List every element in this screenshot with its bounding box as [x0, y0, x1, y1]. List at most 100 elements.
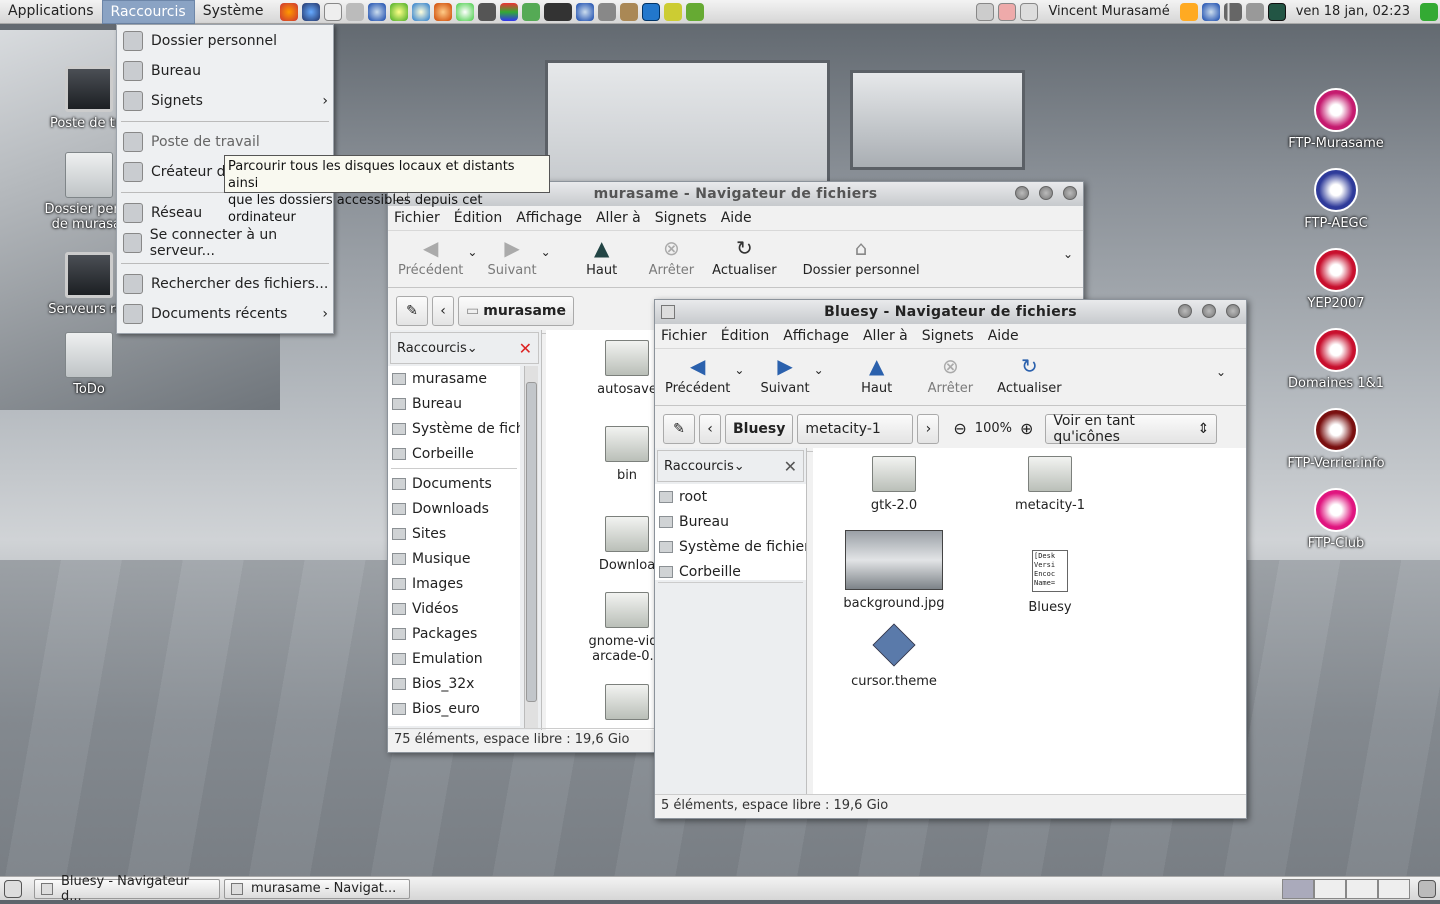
sidebar-item[interactable]: Bios_32x: [388, 671, 520, 696]
menu-aller-a[interactable]: Aller à: [596, 210, 641, 226]
file-item[interactable]: [Desk Versi Encoc Name= Bluesy: [995, 550, 1105, 615]
wolf-launcher-icon[interactable]: [619, 2, 638, 21]
forward-history-dropdown[interactable]: ⌄: [814, 363, 824, 377]
menu-item[interactable]: Se connecter à un serveur...: [117, 227, 333, 259]
zoom-in-icon[interactable]: ⊕: [1020, 419, 1033, 438]
terminal-icon[interactable]: [1267, 2, 1286, 21]
sidebar-item[interactable]: Sites: [388, 521, 520, 546]
sidebar-scrollbar[interactable]: [524, 366, 538, 728]
network-signal-icon[interactable]: [1223, 2, 1242, 21]
sidebar-item[interactable]: Bureau: [655, 509, 806, 534]
reload-button[interactable]: ↻ Actualiser: [712, 237, 776, 278]
web-launcher-icon[interactable]: [411, 2, 430, 21]
firefox-launcher-icon[interactable]: [279, 2, 298, 21]
sidebar-item[interactable]: root: [655, 484, 806, 509]
sidebar-item[interactable]: murasame: [388, 366, 520, 391]
sidebar-header[interactable]: Raccourcis ⌄ ✕: [657, 450, 804, 482]
maximize-button[interactable]: [1202, 304, 1216, 318]
gpm-launcher-icon[interactable]: [543, 2, 572, 21]
sidebar-item[interactable]: Downloads: [388, 496, 520, 521]
drop2-launcher-icon[interactable]: [575, 2, 594, 21]
menu-item[interactable]: Signets ›: [117, 86, 333, 116]
menu-aide[interactable]: Aide: [721, 210, 752, 226]
places-menu[interactable]: Raccourcis: [101, 0, 195, 24]
drop3-icon[interactable]: [1201, 2, 1220, 21]
minimize-button[interactable]: [1178, 304, 1192, 318]
clock[interactable]: ven 18 jan, 02:23: [1296, 4, 1410, 19]
menu-item[interactable]: Rechercher des fichiers...: [117, 269, 333, 299]
workspace-4[interactable]: [1378, 878, 1410, 899]
folder-icon[interactable]: [1020, 2, 1039, 21]
close-button[interactable]: [1063, 186, 1077, 200]
forward-button[interactable]: ▶ Suivant: [760, 355, 809, 396]
sidebar-item[interactable]: Système de fichi: [388, 416, 520, 441]
menu-edition[interactable]: Édition: [721, 328, 769, 344]
path-segment-bluesy[interactable]: Bluesy: [725, 413, 794, 444]
cube-launcher-icon[interactable]: [499, 2, 518, 21]
applications-menu[interactable]: Applications: [0, 0, 102, 24]
taskbar-item-bluesy[interactable]: Bluesy - Navigateur d...: [34, 874, 220, 904]
reload-button[interactable]: ↻ Actualiser: [997, 355, 1061, 396]
desktop-icon-ftp[interactable]: FTP-Murasame: [1281, 88, 1391, 151]
sidebar-item[interactable]: Bios_jap: [388, 721, 520, 727]
workspace-3[interactable]: [1346, 878, 1378, 899]
minimize-button[interactable]: [1015, 186, 1029, 200]
back-history-dropdown[interactable]: ⌄: [734, 363, 744, 377]
monitor-launcher-icon[interactable]: [641, 2, 660, 21]
zoom-out-icon[interactable]: ⊖: [953, 419, 966, 438]
bird-launcher-icon[interactable]: [597, 2, 616, 21]
path-scroll-left-button[interactable]: ‹: [699, 413, 721, 444]
menu-item[interactable]: Poste de travail: [117, 127, 333, 157]
gimp-launcher-icon[interactable]: [345, 2, 364, 21]
logout-icon[interactable]: [1420, 2, 1438, 21]
back-button[interactable]: ◀ Précédent: [665, 355, 730, 396]
toolbar-overflow-button[interactable]: ⌄: [1063, 247, 1073, 261]
castle-launcher-icon[interactable]: [685, 2, 704, 21]
path-scroll-right-button[interactable]: ›: [917, 413, 940, 444]
desktop-icon-ftp[interactable]: FTP-AEGC: [1281, 168, 1391, 231]
system-menu[interactable]: Système: [195, 0, 272, 24]
file-item[interactable]: background.jpg: [839, 530, 949, 611]
sidebar-item[interactable]: Documents: [388, 471, 520, 496]
workspace-2[interactable]: [1314, 878, 1346, 899]
toggle-location-button[interactable]: ✎: [663, 413, 695, 444]
sidebar-item[interactable]: Emulation: [388, 646, 520, 671]
maximize-button[interactable]: [1039, 186, 1053, 200]
desktop-icon-ftp[interactable]: Domaines 1&1: [1281, 328, 1391, 391]
window-menu-icon[interactable]: [661, 305, 675, 319]
close-sidebar-icon[interactable]: ✕: [784, 457, 797, 476]
up-button[interactable]: ▲ Haut: [852, 355, 902, 396]
menu-fichier[interactable]: Fichier: [661, 328, 707, 344]
thunderbird-launcher-icon[interactable]: [301, 2, 320, 21]
play-launcher-icon[interactable]: [455, 2, 474, 21]
sidebar-item[interactable]: Système de fichiers: [655, 534, 806, 559]
file-view[interactable]: gtk-2.0 metacity-1 background.jpg [Desk V…: [813, 448, 1246, 794]
sidebar-item[interactable]: Corbeille: [655, 559, 806, 584]
menu-signets[interactable]: Signets: [655, 210, 707, 226]
drop-launcher-icon[interactable]: [367, 2, 386, 21]
menu-item[interactable]: Bureau: [117, 56, 333, 86]
file-item[interactable]: cursor.theme: [839, 623, 949, 689]
menu-item[interactable]: Documents récents ›: [117, 299, 333, 329]
home-button[interactable]: ⌂ Dossier personnel: [803, 237, 920, 278]
sidebar-item[interactable]: Images: [388, 571, 520, 596]
workspace-switcher[interactable]: [1282, 878, 1410, 899]
file-item[interactable]: gtk-2.0: [839, 456, 949, 513]
desktop-icon-ftp[interactable]: YEP2007: [1281, 248, 1391, 311]
sidebar-item[interactable]: Corbeille: [388, 441, 520, 466]
sidebar-item[interactable]: Musique: [388, 546, 520, 571]
menu-affichage[interactable]: Affichage: [783, 328, 849, 344]
window-titlebar[interactable]: Bluesy - Navigateur de fichiers: [655, 300, 1246, 324]
back-button[interactable]: ◀ Précédent: [398, 237, 463, 278]
desktop-icon-ftp[interactable]: FTP-Verrier.info: [1281, 408, 1391, 471]
forward-history-dropdown[interactable]: ⌄: [541, 245, 551, 259]
app-launcher-icon[interactable]: [477, 2, 496, 21]
taskbar-item-murasame[interactable]: murasame - Navigat...: [224, 878, 410, 899]
path-segment-murasame[interactable]: ▭ murasame: [458, 295, 575, 326]
stop-button[interactable]: ⊗ Arrêter: [928, 355, 974, 396]
workspace-icon[interactable]: [976, 2, 995, 21]
menu-aller-a[interactable]: Aller à: [863, 328, 908, 344]
sidebar-item[interactable]: Bios_euro: [388, 696, 520, 721]
view-mode-select[interactable]: Voir en tant qu'icônes ⇕: [1045, 413, 1218, 445]
path-segment-metacity[interactable]: metacity-1: [797, 413, 914, 444]
